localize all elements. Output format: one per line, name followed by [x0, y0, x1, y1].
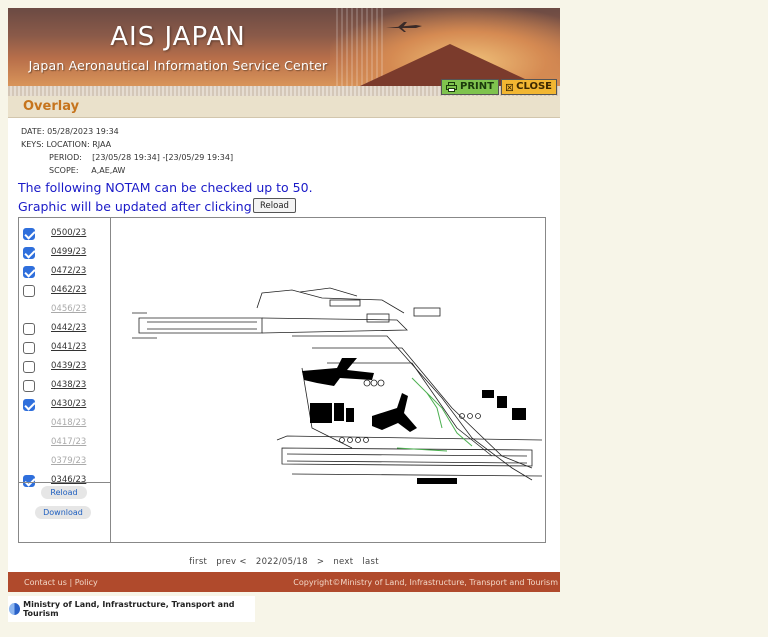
notam-checkbox[interactable]: [23, 475, 35, 487]
notam-link: 0379/23: [51, 456, 87, 466]
keys-label: KEYS:: [21, 140, 44, 149]
ministry-banner[interactable]: Ministry of Land, Infrastructure, Transp…: [8, 596, 255, 622]
notam-checkbox[interactable]: [23, 266, 35, 278]
pager-gt: >: [316, 557, 325, 567]
notam-row: 0438/23: [19, 376, 111, 395]
location-value: RJAA: [92, 140, 112, 149]
ministry-name: Ministry of Land, Infrastructure, Transp…: [23, 600, 235, 618]
list-divider: [19, 482, 111, 483]
ministry-logo-icon: [9, 603, 21, 615]
notam-link: 0417/23: [51, 437, 87, 447]
pager-prev[interactable]: prev: [216, 557, 236, 567]
notam-row: 0500/23: [19, 224, 111, 243]
pager-last[interactable]: last: [362, 557, 379, 567]
printer-icon: [446, 82, 457, 92]
notam-row: 0439/23: [19, 357, 111, 376]
overlay-panel: 0500/23 0499/23 0472/23 0462/23 0456/23 0442/…: [18, 217, 546, 543]
reload-graphic-button[interactable]: Reload: [253, 198, 296, 213]
notam-link[interactable]: 0441/23: [51, 342, 86, 352]
notam-link[interactable]: 0442/23: [51, 323, 86, 333]
notam-row: 0472/23: [19, 262, 111, 281]
notam-checkbox[interactable]: [23, 342, 35, 354]
site-subtitle: Japan Aeronautical Information Service C…: [28, 58, 328, 73]
airport-map-graphic: [132, 287, 543, 484]
close-button[interactable]: CLOSE: [501, 79, 557, 95]
scope-label: SCOPE:: [49, 166, 79, 175]
page: AIS JAPAN Japan Aeronautical Information…: [8, 8, 560, 592]
notam-link[interactable]: 0430/23: [51, 399, 86, 409]
notam-link: 0456/23: [51, 304, 87, 314]
notam-checkbox[interactable]: [23, 380, 35, 392]
notam-row: 0417/23: [19, 433, 111, 452]
section-title: Overlay: [23, 99, 80, 114]
close-icon: [506, 83, 514, 91]
notam-checkbox[interactable]: [23, 285, 35, 297]
policy-link[interactable]: Policy: [75, 578, 98, 587]
notice-update: Graphic will be updated after clicking: [18, 199, 252, 214]
notam-checkbox[interactable]: [23, 228, 35, 240]
notam-link: 0418/23: [51, 418, 87, 428]
notam-link[interactable]: 0462/23: [51, 285, 86, 295]
query-info: DATE: 05/28/2023 19:34 KEYS: LOCATION: R…: [21, 125, 233, 177]
notam-link[interactable]: 0499/23: [51, 247, 86, 257]
notam-checkbox[interactable]: [23, 247, 35, 259]
header-banner: AIS JAPAN Japan Aeronautical Information…: [8, 8, 560, 86]
notam-list: 0500/23 0499/23 0472/23 0462/23 0456/23 0442/…: [19, 218, 111, 542]
notam-row: 0418/23: [19, 414, 111, 433]
pager-date: 2022/05/18: [255, 557, 308, 567]
notam-row: 0456/23: [19, 300, 111, 319]
copyright: Copyright©Ministry of Land, Infrastructu…: [293, 578, 558, 587]
notam-checkbox[interactable]: [23, 361, 35, 373]
notam-link[interactable]: 0500/23: [51, 228, 86, 238]
notam-link[interactable]: 0346/23: [51, 475, 86, 485]
notam-row: 0430/23: [19, 395, 111, 414]
footer: Contact us | Policy Copyright©Ministry o…: [8, 572, 560, 592]
location-label: LOCATION:: [46, 140, 90, 149]
contact-link[interactable]: Contact us: [24, 578, 67, 587]
notam-row: 0499/23: [19, 243, 111, 262]
notam-row: 0441/23: [19, 338, 111, 357]
print-button[interactable]: PRINT: [441, 79, 499, 95]
pager-lt: <: [239, 557, 247, 567]
notam-checkbox[interactable]: [23, 399, 35, 411]
notam-link[interactable]: 0438/23: [51, 380, 86, 390]
print-label: PRINT: [460, 81, 494, 92]
notam-row: 0379/23: [19, 452, 111, 471]
period-value: [23/05/28 19:34] -[23/05/29 19:34]: [92, 153, 234, 162]
close-label: CLOSE: [516, 81, 552, 92]
site-title: AIS JAPAN: [110, 22, 246, 52]
pager-first[interactable]: first: [189, 557, 207, 567]
notam-link[interactable]: 0439/23: [51, 361, 86, 371]
date-label: DATE:: [21, 127, 45, 136]
airplane-icon: [386, 22, 422, 32]
date-value: 05/28/2023 19:34: [47, 127, 119, 136]
section-bar: Overlay: [8, 96, 560, 118]
scope-value: A,AE,AW: [91, 166, 126, 175]
reload-button[interactable]: Reload: [41, 486, 87, 499]
pager-next[interactable]: next: [333, 557, 353, 567]
notam-row: 0442/23: [19, 319, 111, 338]
footer-separator: |: [69, 578, 73, 587]
pagination: first prev < 2022/05/18 > next last: [8, 557, 560, 567]
period-label: PERIOD:: [49, 153, 82, 162]
download-button[interactable]: Download: [35, 506, 91, 519]
notice-limit: The following NOTAM can be checked up to…: [18, 180, 313, 195]
notam-link[interactable]: 0472/23: [51, 266, 86, 276]
notam-checkbox[interactable]: [23, 323, 35, 335]
notam-row: 0462/23: [19, 281, 111, 300]
